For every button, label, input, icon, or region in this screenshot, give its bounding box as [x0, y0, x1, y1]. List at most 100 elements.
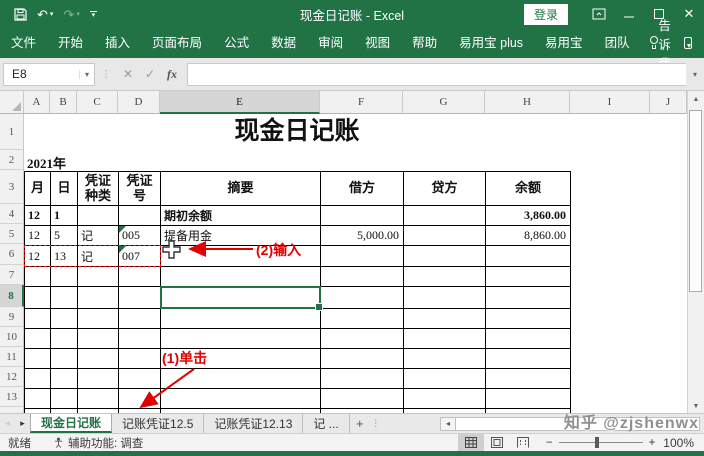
ribbon-tab-8[interactable]: 视图 — [354, 28, 401, 58]
cell[interactable] — [51, 287, 78, 309]
column-header-A[interactable]: A — [24, 91, 50, 114]
row-header-9[interactable]: 9 — [0, 307, 24, 327]
cell[interactable] — [51, 309, 78, 329]
cell[interactable] — [321, 389, 404, 409]
cell[interactable] — [78, 329, 119, 349]
vertical-scrollbar[interactable]: ▲ ▼ — [687, 91, 704, 413]
row-header-2[interactable]: 2 — [0, 150, 24, 170]
row-header-5[interactable]: 5 — [0, 224, 24, 244]
cell[interactable] — [161, 389, 321, 409]
sign-in-button[interactable]: 登录 — [524, 4, 568, 25]
cell[interactable] — [321, 246, 404, 267]
cell[interactable] — [404, 287, 486, 309]
ribbon-tab-4[interactable]: 页面布局 — [141, 28, 213, 58]
cell[interactable] — [161, 369, 321, 389]
cell[interactable] — [51, 389, 78, 409]
cell[interactable]: 005 — [119, 226, 161, 246]
normal-view-icon[interactable] — [458, 434, 484, 451]
cell[interactable] — [161, 246, 321, 267]
cell[interactable] — [404, 206, 486, 226]
cell[interactable]: 5,000.00 — [321, 226, 404, 246]
row-header-10[interactable]: 10 — [0, 327, 24, 347]
row-header-1[interactable]: 1 — [0, 114, 24, 150]
cell[interactable] — [119, 329, 161, 349]
zoom-track[interactable] — [559, 437, 643, 448]
ribbon-tab-11[interactable]: 易用宝 — [534, 28, 594, 58]
zoom-level[interactable]: 100% — [663, 436, 694, 450]
ribbon-tab-2[interactable]: 开始 — [47, 28, 94, 58]
customize-qat-icon[interactable]: ▾ — [90, 11, 97, 17]
cell[interactable] — [119, 287, 161, 309]
cell[interactable]: 1 — [51, 206, 78, 226]
cell[interactable] — [78, 267, 119, 287]
active-cell-selection[interactable] — [160, 286, 321, 309]
horizontal-scroll-track[interactable] — [455, 417, 700, 431]
cell[interactable] — [25, 287, 51, 309]
cell[interactable] — [486, 349, 571, 369]
scroll-down-icon[interactable]: ▼ — [688, 398, 704, 413]
scroll-up-icon[interactable]: ▲ — [688, 91, 704, 106]
sheet-tab-3[interactable]: 记账凭证12.13 — [204, 414, 303, 433]
column-header-I[interactable]: I — [570, 91, 650, 114]
row-header-12[interactable]: 12 — [0, 367, 24, 387]
cell[interactable] — [404, 309, 486, 329]
minimize-button[interactable] — [614, 0, 644, 28]
cell[interactable] — [486, 267, 571, 287]
enter-icon[interactable]: ✓ — [139, 67, 161, 81]
cell[interactable] — [119, 389, 161, 409]
cell[interactable] — [161, 349, 321, 369]
cell[interactable] — [321, 267, 404, 287]
formula-input[interactable] — [187, 63, 686, 86]
cell[interactable] — [25, 369, 51, 389]
cell[interactable] — [486, 329, 571, 349]
cell[interactable] — [404, 246, 486, 267]
cell[interactable] — [404, 349, 486, 369]
cell[interactable] — [321, 369, 404, 389]
cell[interactable] — [161, 329, 321, 349]
column-header-B[interactable]: B — [50, 91, 77, 114]
comments-icon[interactable] — [684, 37, 692, 49]
column-header-H[interactable]: H — [485, 91, 570, 114]
ribbon-tab-7[interactable]: 审阅 — [307, 28, 354, 58]
cell[interactable] — [119, 369, 161, 389]
cell[interactable] — [321, 287, 404, 309]
cell[interactable] — [78, 287, 119, 309]
cell[interactable] — [161, 267, 321, 287]
row-header-3[interactable]: 3 — [0, 170, 24, 204]
column-header-G[interactable]: G — [403, 91, 485, 114]
cell[interactable]: 期初余额 — [161, 206, 321, 226]
new-sheet-icon[interactable]: + — [350, 414, 370, 433]
cell[interactable] — [486, 287, 571, 309]
sheet-nav-right-icon[interactable]: ▸ — [15, 414, 30, 433]
name-box[interactable]: E8 ▾ — [3, 63, 95, 86]
zoom-in-icon[interactable]: + — [649, 437, 656, 449]
cell[interactable] — [51, 349, 78, 369]
cell[interactable] — [404, 389, 486, 409]
ribbon-tab-9[interactable]: 帮助 — [401, 28, 448, 58]
horizontal-scrollbar[interactable]: ◂ — [440, 414, 700, 433]
cell[interactable]: 提备用金 — [161, 226, 321, 246]
cell[interactable] — [78, 389, 119, 409]
accessibility-status[interactable]: 辅助功能: 调查 — [53, 435, 143, 451]
cell[interactable] — [51, 267, 78, 287]
cell[interactable] — [404, 267, 486, 287]
cell[interactable] — [119, 309, 161, 329]
cell[interactable] — [321, 349, 404, 369]
zoom-slider[interactable]: − + — [546, 437, 655, 449]
sheet-nav-left-icon[interactable]: ◂ — [0, 414, 15, 433]
ribbon-tab-10[interactable]: 易用宝 plus — [448, 28, 534, 58]
row-header-11[interactable]: 11 — [0, 347, 24, 367]
zoom-thumb[interactable] — [595, 437, 599, 448]
cell[interactable] — [161, 309, 321, 329]
row-header-8[interactable]: 8 — [0, 285, 24, 307]
column-header-F[interactable]: F — [320, 91, 403, 114]
page-break-view-icon[interactable] — [510, 434, 536, 451]
scroll-left-icon[interactable]: ◂ — [440, 417, 455, 431]
cell[interactable]: 3,860.00 — [486, 206, 571, 226]
select-all-corner[interactable] — [0, 91, 24, 114]
cell[interactable] — [78, 369, 119, 389]
cell[interactable] — [321, 309, 404, 329]
cell[interactable] — [404, 226, 486, 246]
save-icon[interactable] — [14, 8, 27, 21]
row-header-6[interactable]: 6 — [0, 244, 24, 265]
